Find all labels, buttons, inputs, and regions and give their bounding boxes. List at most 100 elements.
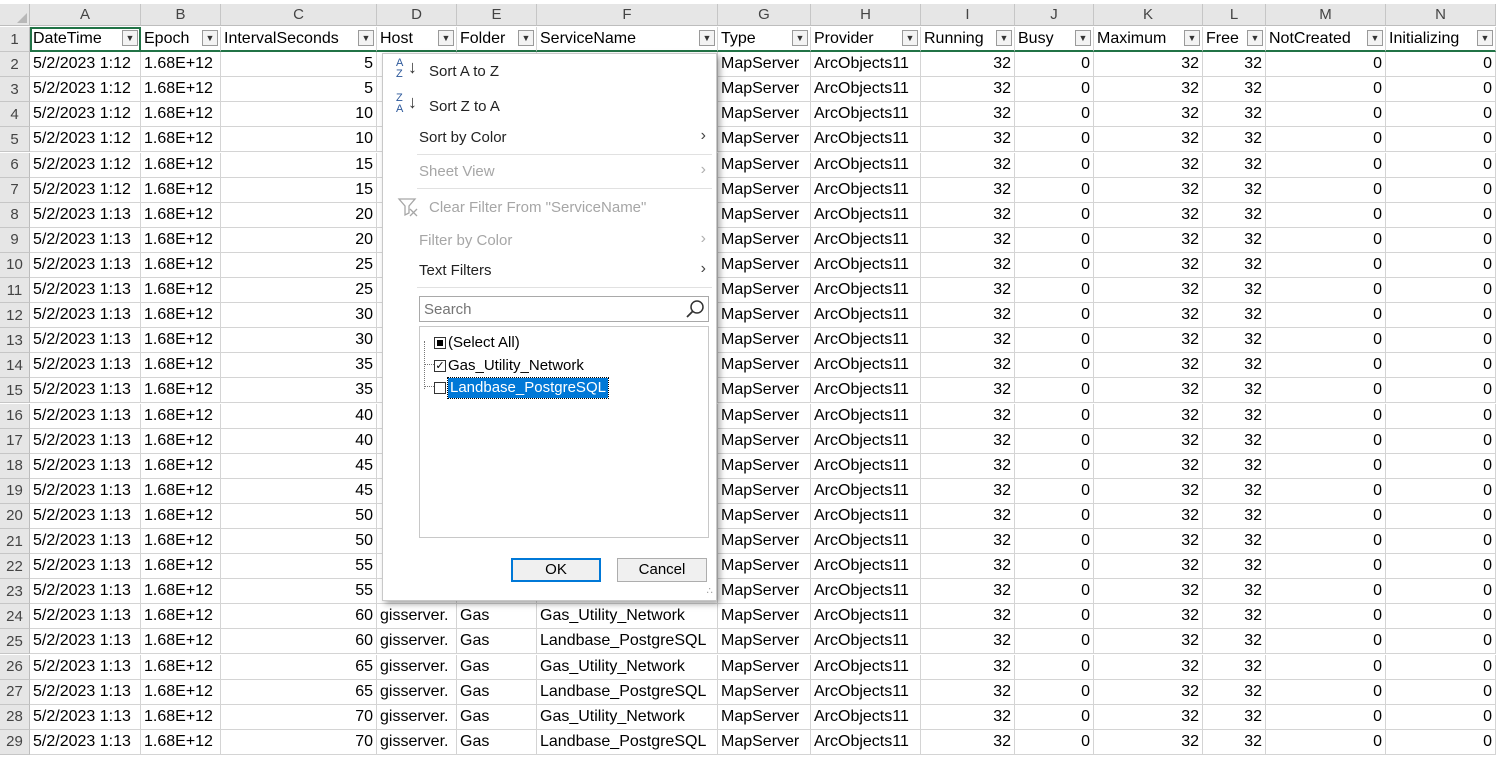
resize-grip-icon[interactable]: ∴ <box>707 586 713 597</box>
table-cell[interactable]: 0 <box>1015 378 1094 404</box>
row-header[interactable]: 17 <box>0 428 30 454</box>
menu-item-sort-az[interactable]: Sort A to Z <box>429 60 499 84</box>
table-cell[interactable]: 0 <box>1266 428 1386 454</box>
table-cell[interactable]: 1.68E+12 <box>141 554 221 580</box>
filter-dropdown-button[interactable]: ▼ <box>122 30 138 46</box>
column-header-b[interactable]: B <box>141 4 221 26</box>
table-cell[interactable]: 32 <box>1203 278 1266 303</box>
table-cell[interactable]: 5/2/2023 1:13 <box>30 252 141 278</box>
table-cell[interactable]: 32 <box>1094 127 1203 153</box>
table-cell[interactable]: 32 <box>921 579 1015 605</box>
table-cell[interactable]: MapServer <box>718 378 811 404</box>
filter-value-item[interactable]: Landbase_PostgreSQL <box>447 377 609 399</box>
filter-values-list[interactable]: (Select All) ✓ Gas_Utility_Network Landbase… <box>419 326 709 538</box>
table-cell[interactable]: 0 <box>1386 252 1496 278</box>
table-cell[interactable]: 55 <box>221 554 377 580</box>
table-cell[interactable]: 32 <box>1094 378 1203 404</box>
filter-dropdown-button[interactable]: ▼ <box>1477 30 1493 46</box>
row-header[interactable]: 9 <box>0 227 30 253</box>
row-header[interactable]: 23 <box>0 579 30 605</box>
row-header[interactable]: 18 <box>0 453 30 479</box>
table-cell[interactable]: 0 <box>1266 378 1386 404</box>
table-cell[interactable]: 0 <box>1266 679 1386 705</box>
table-cell[interactable]: 32 <box>1203 704 1266 730</box>
header-cell-servicename[interactable]: ServiceName ▼ <box>537 27 718 52</box>
table-cell[interactable]: Gas_Utility_Network <box>537 704 718 730</box>
table-cell[interactable]: 45 <box>221 478 377 504</box>
table-cell[interactable]: 0 <box>1015 177 1094 203</box>
table-cell[interactable]: 32 <box>1094 102 1203 128</box>
table-cell[interactable]: 5/2/2023 1:12 <box>30 177 141 203</box>
table-cell[interactable]: 5/2/2023 1:13 <box>30 704 141 730</box>
table-cell[interactable]: 32 <box>1203 378 1266 404</box>
table-cell[interactable]: MapServer <box>718 579 811 605</box>
table-cell[interactable]: gisserver. <box>377 629 457 655</box>
table-cell[interactable]: 0 <box>1015 453 1094 479</box>
table-cell[interactable]: ArcObjects11 <box>811 353 921 379</box>
table-cell[interactable]: 1.68E+12 <box>141 428 221 454</box>
table-cell[interactable]: 0 <box>1386 127 1496 153</box>
row-header[interactable]: 29 <box>0 729 30 755</box>
table-cell[interactable]: 5/2/2023 1:12 <box>30 77 141 103</box>
table-cell[interactable]: 5/2/2023 1:13 <box>30 478 141 504</box>
table-cell[interactable]: 1.68E+12 <box>141 378 221 404</box>
table-cell[interactable]: MapServer <box>718 453 811 479</box>
table-cell[interactable]: 5/2/2023 1:13 <box>30 403 141 429</box>
column-header-a[interactable]: A <box>30 4 141 26</box>
table-cell[interactable]: 60 <box>221 629 377 655</box>
filter-value-item[interactable]: (Select All) <box>448 333 520 353</box>
table-cell[interactable]: 32 <box>921 729 1015 755</box>
table-cell[interactable]: Gas <box>457 729 537 755</box>
table-cell[interactable]: 0 <box>1386 679 1496 705</box>
table-cell[interactable]: MapServer <box>718 428 811 454</box>
filter-search-input[interactable] <box>419 296 709 322</box>
table-cell[interactable]: 1.68E+12 <box>141 278 221 303</box>
filter-dropdown-button[interactable]: ▼ <box>1367 30 1383 46</box>
table-cell[interactable]: 35 <box>221 378 377 404</box>
table-cell[interactable]: Landbase_PostgreSQL <box>537 729 718 755</box>
table-cell[interactable]: 15 <box>221 177 377 203</box>
row-header[interactable]: 27 <box>0 679 30 705</box>
table-cell[interactable]: 1.68E+12 <box>141 303 221 329</box>
table-cell[interactable]: 0 <box>1015 52 1094 78</box>
table-cell[interactable]: 5/2/2023 1:12 <box>30 52 141 78</box>
table-cell[interactable]: 0 <box>1015 403 1094 429</box>
table-cell[interactable]: 0 <box>1015 579 1094 605</box>
table-cell[interactable]: 5/2/2023 1:12 <box>30 152 141 178</box>
table-cell[interactable]: 32 <box>1203 328 1266 354</box>
table-cell[interactable]: 0 <box>1266 127 1386 153</box>
header-cell-running[interactable]: Running ▼ <box>921 27 1015 52</box>
table-cell[interactable]: 0 <box>1386 202 1496 228</box>
table-cell[interactable]: 1.68E+12 <box>141 353 221 379</box>
table-cell[interactable]: MapServer <box>718 679 811 705</box>
table-cell[interactable]: 32 <box>921 554 1015 580</box>
table-cell[interactable]: 0 <box>1386 403 1496 429</box>
table-cell[interactable]: 50 <box>221 529 377 554</box>
column-header-l[interactable]: L <box>1203 4 1266 26</box>
header-cell-provider[interactable]: Provider ▼ <box>811 27 921 52</box>
table-cell[interactable]: 1.68E+12 <box>141 328 221 354</box>
table-cell[interactable]: 0 <box>1266 353 1386 379</box>
table-cell[interactable]: gisserver. <box>377 604 457 630</box>
row-header[interactable]: 19 <box>0 478 30 504</box>
table-cell[interactable]: 32 <box>1094 227 1203 253</box>
table-cell[interactable]: 0 <box>1386 704 1496 730</box>
table-cell[interactable]: 1.68E+12 <box>141 654 221 680</box>
table-cell[interactable]: 32 <box>1203 102 1266 128</box>
table-cell[interactable]: MapServer <box>718 328 811 354</box>
table-cell[interactable]: 0 <box>1015 77 1094 103</box>
row-header[interactable]: 2 <box>0 52 30 78</box>
table-cell[interactable]: 32 <box>1094 729 1203 755</box>
table-cell[interactable]: 0 <box>1266 77 1386 103</box>
filter-checkbox[interactable] <box>434 337 446 349</box>
table-cell[interactable]: 40 <box>221 428 377 454</box>
table-cell[interactable]: ArcObjects11 <box>811 554 921 580</box>
table-cell[interactable]: MapServer <box>718 704 811 730</box>
header-cell-type[interactable]: Type ▼ <box>718 27 811 52</box>
table-cell[interactable]: 10 <box>221 102 377 128</box>
row-header[interactable]: 16 <box>0 403 30 429</box>
table-cell[interactable]: 70 <box>221 729 377 755</box>
menu-item-sort-za[interactable]: Sort Z to A <box>429 95 500 119</box>
table-cell[interactable]: 1.68E+12 <box>141 579 221 605</box>
table-cell[interactable]: 32 <box>1203 679 1266 705</box>
